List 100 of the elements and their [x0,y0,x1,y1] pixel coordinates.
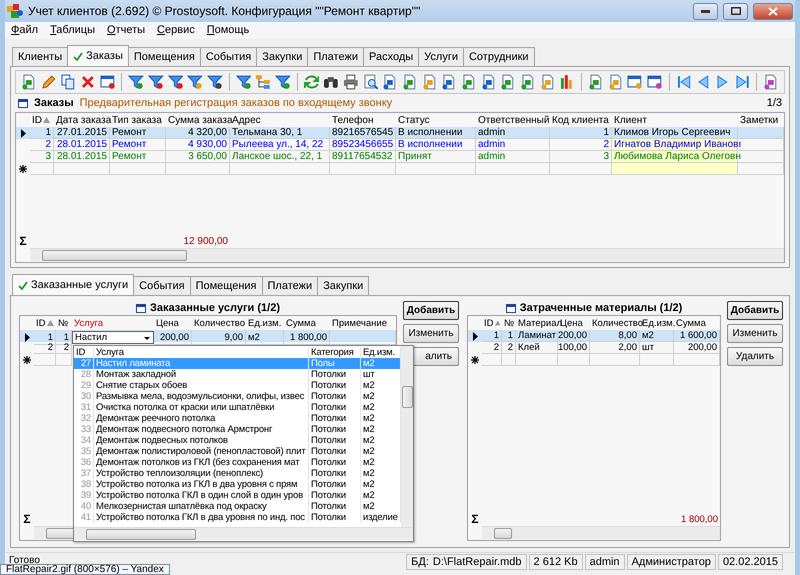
status-text: 2 612 Kb [534,556,578,568]
window-title: Учет клиентов (2.692) © Prostoysoft. Конфигурация ""Ремонт квартир"" [28,4,422,18]
total-value: 1 800,00 [681,514,718,524]
grid-caption: Заказы [34,97,74,109]
tab-label: Сотрудники [468,51,529,63]
table-cell: 200,00 [674,342,720,354]
table-cell: Тельмана 30, 1 [230,127,330,139]
total-value: 12 900,00 [184,236,228,246]
list-cell: Полы [309,358,361,369]
list-cell: Снятие старых обоев [94,380,309,391]
tab-label: Заказы [86,50,123,62]
grid-caption: Затраченные материалы (1/2) [520,302,682,314]
list-cell: Потолки [309,468,361,479]
list-cell: 27 [74,358,94,369]
tab-label: Закупки [262,51,302,63]
list-cell: Демонтаж реечного потолка [94,413,309,424]
list-cell: Потолки [309,402,361,413]
table-cell: 100,00 [558,342,590,354]
list-cell: Устройство теплоизоляции (пеноплекс) [94,468,309,479]
grid-note: Предварительная регистрация заказов по входящему звонку [80,97,394,109]
list-cell: Потолки [309,369,361,380]
table-cell: 3 650,00 [166,151,230,163]
table-cell: 2 [502,342,516,354]
list-cell: Потолки [309,391,361,402]
table-cell: 2 [34,342,56,354]
status-text: D:\FlatRepair.mdb [432,556,522,568]
tab-label: Платежи [268,280,312,292]
list-cell: 39 [74,490,94,501]
table-cell: Любимова Лариса Олеговн [612,151,738,163]
table-cell: Ремонт [110,151,166,163]
table-cell: 1 [30,127,54,139]
table-cell: Игнатов Владимир Ивановı [612,139,738,151]
tab-label: События [206,51,252,63]
table-cell: 3 [30,151,54,163]
table-cell: 1 [482,330,502,342]
table-cell: 1 [550,127,612,139]
list-cell: 32 [74,413,94,424]
tab-label: Платежи [313,51,358,63]
list-cell: 33 [74,424,94,435]
list-cell: Демонтаж подвесного потолка Армстронг [94,424,309,435]
tab-label: Расходы [368,51,414,63]
tooltip: FlatRepair2.gif (800×576) – Yandex [0,564,170,575]
status-message: Готово [9,554,40,566]
list-cell: Потолки [309,380,361,391]
table-cell: 89216576545 [330,127,396,139]
status-text: admin [590,556,620,568]
table-cell: 1 [502,330,516,342]
list-cell: 34 [74,435,94,446]
list-cell: Размывка мела, водоэмульсионки, олифы, извес [94,391,309,402]
list-cell: 37 [74,468,94,479]
tab-label: Клиенты [18,51,62,63]
table-cell: Ланское шос., 22, 1 [230,151,330,163]
table-cell: 27.01.2015 [54,127,110,139]
table-cell: 2 [56,342,72,354]
table-cell: 4 930,00 [166,139,230,151]
list-cell: Потолки [309,457,361,468]
tab-label: Помещения [134,51,195,63]
table-cell: Ремонт [110,127,166,139]
list-cell: 28 [74,369,94,380]
total-sign: Σ [19,234,27,248]
table-cell: м2 [640,330,674,342]
total-sign: Σ [471,512,479,526]
record-counter: 1/3 [766,97,782,109]
list-cell: Устройство потолка из ГКЛ в два уровня с прям [94,479,309,490]
table-cell: admin [476,151,550,163]
table-cell: Ремонт [110,139,166,151]
table-cell: Клей [516,342,558,354]
table-cell: В исполнении [396,127,476,139]
list-cell: 36 [74,457,94,468]
table-cell: 1 600,00 [674,330,720,342]
list-cell: Устройство потолка ГКЛ в два уровня по инд. пос [94,512,309,523]
tab-label: Закупки [323,280,364,292]
list-cell: Демонтаж полистироловой (пенопластовой) плит [94,446,309,457]
list-cell: Настил ламината [94,358,309,369]
list-cell: Потолки [309,479,361,490]
table-cell: 2,00 [590,342,640,354]
list-cell: 29 [74,380,94,391]
table-cell: 89117654532 [330,151,396,163]
list-cell: Потолки [309,424,361,435]
list-cell: Потолки [309,435,361,446]
list-cell: 35 [74,446,94,457]
status-text: Администратор [632,556,711,568]
list-cell: Монтаж закладной [94,369,309,380]
list-cell: Очистка потолка от краски или шпатлёвки [94,402,309,413]
table-cell: Ламинат [516,330,558,342]
list-cell: 38 [74,479,94,490]
list-cell: Демонтаж потолков из ГКЛ (без сохранения мат [94,457,309,468]
tab-label: Заказанные услуги [31,279,128,291]
list-cell: Мелкозернистая шпатлёвка под окраску [94,501,309,512]
table-cell: 4 320,00 [166,127,230,139]
table-cell: 89523456655 [330,139,396,151]
list-cell: Устройство потолка ГКЛ в один слой в один уров [94,490,309,501]
grid-caption: Заказанные услуги (1/2) [150,302,280,314]
list-cell: 40 [74,501,94,512]
table-cell: 28.01.2015 [54,139,110,151]
list-cell: Демонтаж подвесных потолков [94,435,309,446]
tab-label: Услуги [424,51,458,63]
list-cell: Потолки [309,490,361,501]
status-text: БД: [411,556,429,568]
list-cell: Потолки [309,413,361,424]
